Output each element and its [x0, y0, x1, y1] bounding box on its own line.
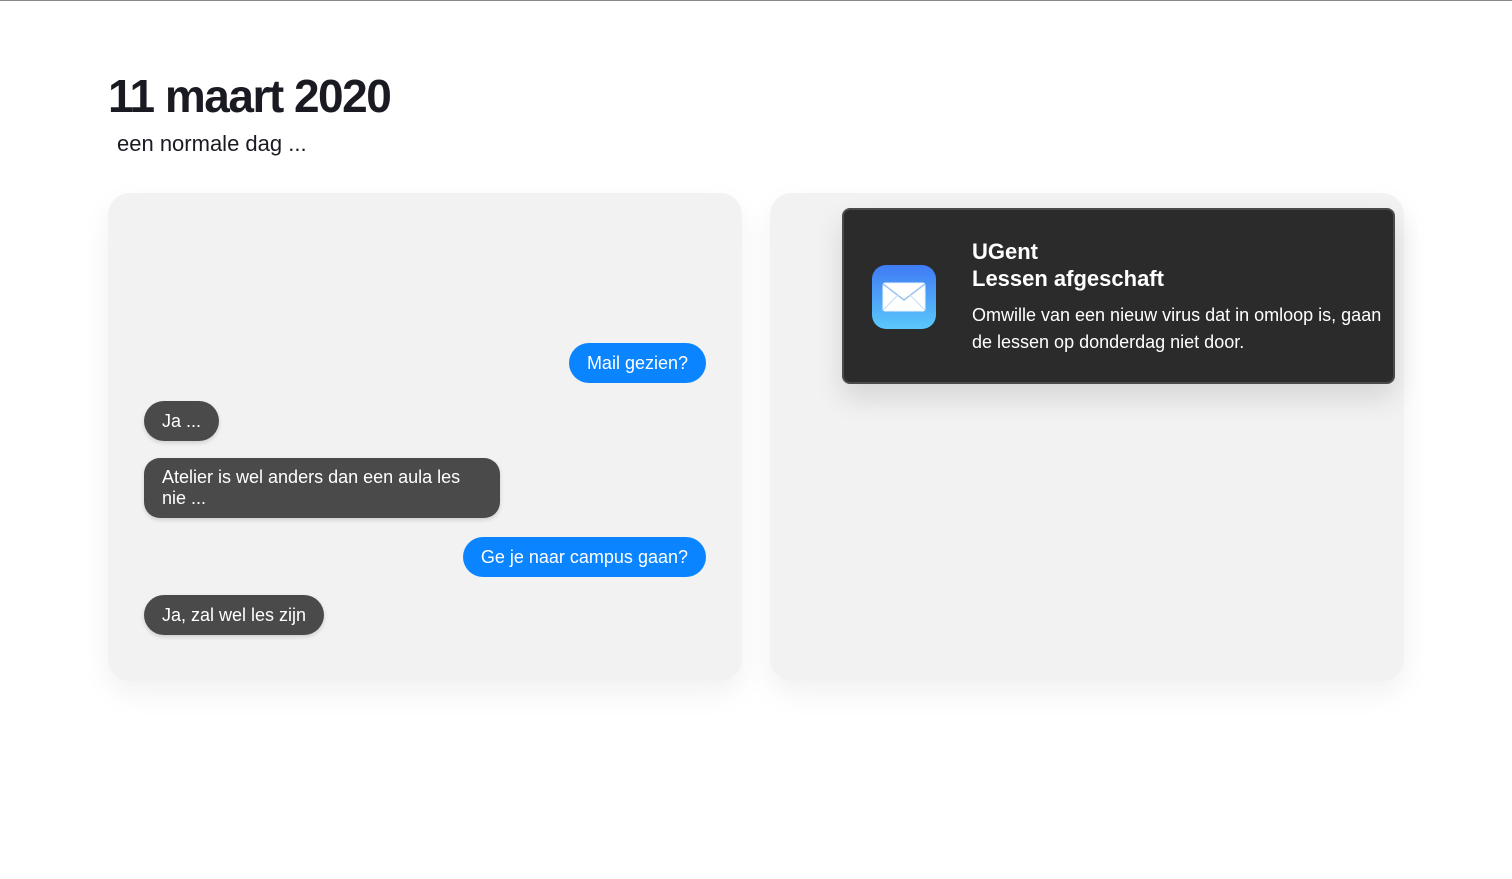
chat-message-sent: Ge je naar campus gaan? [462, 537, 706, 577]
mail-icon [872, 265, 936, 329]
chat-message-sent: Mail gezien? [568, 343, 706, 383]
mail-notification[interactable]: UGent Lessen afgeschaft Omwille van een … [842, 208, 1395, 384]
top-border [0, 0, 1512, 1]
notification-body: Omwille van een nieuw virus dat in omloo… [972, 305, 1382, 352]
chat-message-received: Ja, zal wel les zijn [144, 595, 325, 635]
chat-message-received: Ja ... [144, 401, 220, 441]
page-title: 11 maart 2020 [108, 70, 392, 122]
chat-message-received: Atelier is wel anders dan een aula les n… [144, 458, 500, 518]
chat-panel: Mail gezien? Ja ... Atelier is wel ander… [108, 193, 742, 681]
notification-panel: UGent Lessen afgeschaft Omwille van een … [770, 193, 1404, 681]
notification-subject: Lessen afgeschaft [972, 266, 1164, 291]
notification-sender: UGent [972, 239, 1038, 264]
page-subtitle: een normale dag ... [117, 131, 307, 156]
